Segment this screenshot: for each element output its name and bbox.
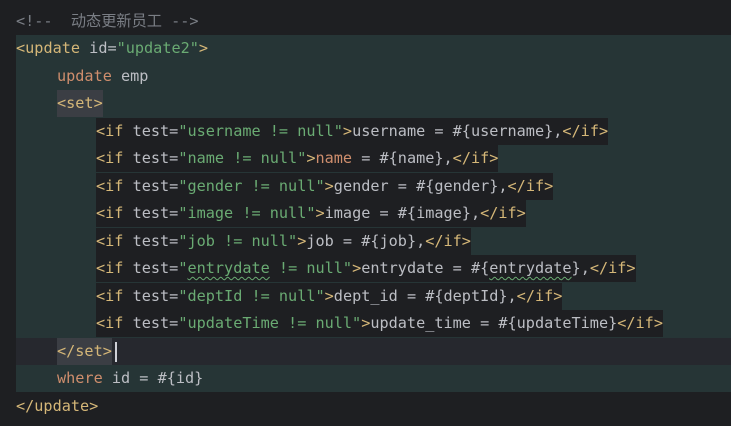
code-line-14: where id = #{id} bbox=[0, 365, 731, 392]
code-line-15: </update> bbox=[0, 393, 731, 420]
code-line-1: <!-- 动态更新员工 --> bbox=[0, 8, 731, 35]
code-line-4: <set> bbox=[0, 90, 731, 118]
code-line-13: </set> bbox=[0, 338, 731, 366]
set-close-tag: </set> bbox=[57, 338, 112, 366]
if-element: <if test="image != null">image = #{image… bbox=[96, 200, 526, 228]
if-element: <if test="gender != null">gender = #{gen… bbox=[96, 173, 554, 201]
where-statement: where id = #{id} bbox=[57, 369, 204, 387]
xml-comment: <!-- 动态更新员工 --> bbox=[16, 12, 199, 30]
if-element: <if test="deptId != null">dept_id = #{de… bbox=[96, 283, 563, 311]
if-element: <if test="job != null">job = #{job},</if… bbox=[96, 228, 471, 256]
update-statement: update emp bbox=[57, 67, 149, 85]
update-close-tag: </update> bbox=[16, 397, 99, 415]
code-line-2: <update id="update2"> bbox=[0, 35, 731, 62]
text-caret bbox=[115, 342, 117, 362]
if-line: <if test="entrydate != null">entrydate =… bbox=[0, 255, 731, 283]
set-open-tag: <set> bbox=[57, 90, 103, 118]
if-element: <if test="username != null">username = #… bbox=[96, 118, 609, 146]
code-line-3: update emp bbox=[0, 63, 731, 90]
if-line: <if test="job != null">job = #{job},</if… bbox=[0, 228, 731, 256]
if-line: <if test="updateTime != null">update_tim… bbox=[0, 310, 731, 338]
if-line: <if test="image != null">image = #{image… bbox=[0, 200, 731, 228]
code-editor[interactable]: <!-- 动态更新员工 --> <update id="update2"> up… bbox=[0, 0, 731, 426]
update-open-tag: <update id="update2"> bbox=[16, 39, 209, 57]
if-element: <if test="entrydate != null">entrydate =… bbox=[96, 255, 636, 283]
if-line: <if test="name != null">name = #{name},<… bbox=[0, 145, 731, 173]
if-element: <if test="name != null">name = #{name},<… bbox=[96, 145, 499, 173]
if-line: <if test="gender != null">gender = #{gen… bbox=[0, 173, 731, 201]
if-element: <if test="updateTime != null">update_tim… bbox=[96, 310, 663, 338]
if-line: <if test="deptId != null">dept_id = #{de… bbox=[0, 283, 731, 311]
if-line: <if test="username != null">username = #… bbox=[0, 118, 731, 146]
